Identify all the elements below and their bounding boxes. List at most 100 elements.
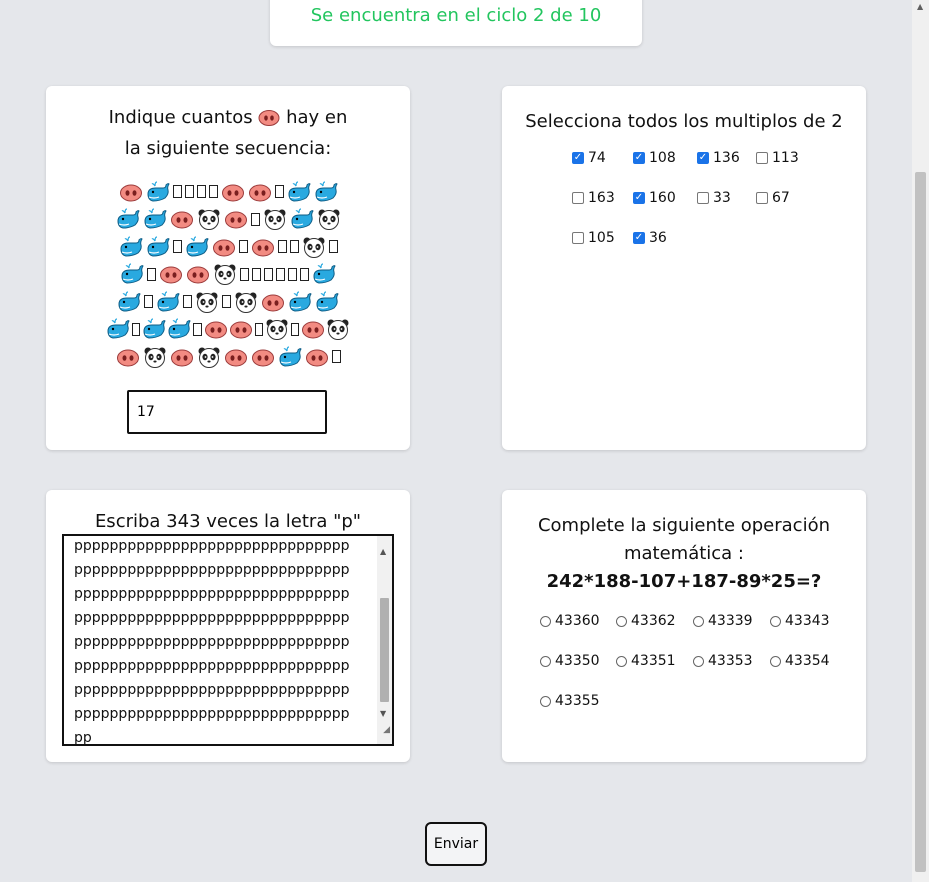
math-option[interactable]: 43350 — [540, 653, 600, 669]
radio-button[interactable] — [616, 615, 627, 627]
option-label: 43354 — [785, 653, 830, 669]
option-label: 74 — [588, 150, 606, 166]
missing-glyph-icon — [196, 185, 206, 199]
page-scroll-up-icon[interactable]: ▲ — [917, 2, 923, 11]
option-label: 43343 — [785, 613, 830, 629]
radio-button[interactable] — [770, 655, 781, 667]
count-answer-input[interactable] — [127, 390, 327, 434]
textarea-scrollbar[interactable]: ▲ ▼ — [377, 536, 392, 744]
whale-icon — [155, 290, 181, 314]
missing-glyph-icon — [238, 240, 248, 254]
option-label: 67 — [772, 190, 790, 206]
math-card: Complete la siguiente operación matemáti… — [502, 490, 866, 762]
whale-icon — [115, 207, 141, 231]
resize-handle-icon[interactable]: ◢ — [383, 718, 390, 742]
checkbox-checked[interactable]: ✓ — [633, 152, 645, 164]
pig-nose-icon — [220, 180, 246, 204]
whale-icon — [287, 290, 313, 314]
multiple-option[interactable]: 163 — [572, 190, 615, 206]
math-question-title: Complete la siguiente operación matemáti… — [512, 512, 856, 596]
multiple-option[interactable]: ✓ 136 — [697, 150, 740, 166]
scrollbar-thumb[interactable] — [380, 598, 389, 702]
radio-button[interactable] — [540, 695, 551, 707]
whale-icon — [142, 317, 166, 341]
letter-card: Escriba 343 veces la letra "p" ppppppppp… — [46, 490, 410, 762]
multiple-option[interactable]: ✓ 108 — [633, 150, 676, 166]
radio-button[interactable] — [693, 615, 704, 627]
emoji-question-title: Indique cuantos hay en la siguiente secu… — [86, 104, 370, 163]
missing-glyph-icon — [222, 295, 231, 309]
missing-glyph-icon — [208, 185, 218, 199]
pig-nose-icon — [304, 345, 330, 369]
whale-icon — [167, 317, 191, 341]
math-operation: 242*188-107+187-89*25=? — [546, 571, 822, 592]
pig-nose-icon — [250, 235, 276, 259]
checkbox-unchecked[interactable] — [572, 192, 584, 204]
multiples-question-title: Selecciona todos los multiplos de 2 — [525, 111, 843, 132]
scroll-up-icon[interactable]: ▲ — [380, 540, 386, 564]
math-option[interactable]: 43351 — [616, 653, 676, 669]
pig-nose-icon — [258, 107, 280, 135]
math-option[interactable]: 43362 — [616, 613, 676, 629]
multiple-option[interactable]: ✓ 36 — [633, 230, 667, 246]
multiples-card: Selecciona todos los multiplos de 2 ✓ 74 ✓… — [502, 86, 866, 450]
checkbox-checked[interactable]: ✓ — [697, 152, 709, 164]
radio-button[interactable] — [540, 615, 551, 627]
page-scrollbar[interactable]: ▲ — [912, 0, 929, 882]
math-option[interactable]: 43343 — [770, 613, 830, 629]
option-label: 43355 — [555, 693, 600, 709]
multiple-option[interactable]: 67 — [756, 190, 790, 206]
math-option[interactable]: 43360 — [540, 613, 600, 629]
pig-nose-icon — [204, 317, 228, 341]
multiple-option[interactable]: 113 — [756, 150, 799, 166]
missing-glyph-icon — [172, 185, 182, 199]
math-line2: matemática : — [623, 543, 745, 564]
option-label: 136 — [713, 150, 740, 166]
pig-nose-icon — [247, 180, 273, 204]
missing-glyph-icon — [144, 295, 153, 309]
radio-button[interactable] — [616, 655, 627, 667]
option-label: 43360 — [555, 613, 600, 629]
radio-button[interactable] — [693, 655, 704, 667]
checkbox-checked[interactable]: ✓ — [572, 152, 584, 164]
checkbox-unchecked[interactable] — [756, 152, 768, 164]
emoji-row — [106, 206, 350, 234]
submit-button[interactable]: Enviar — [425, 822, 487, 866]
missing-glyph-icon — [193, 322, 202, 336]
missing-glyph-icon — [264, 267, 273, 281]
multiple-option[interactable]: 33 — [697, 190, 731, 206]
multiple-option[interactable]: ✓ 160 — [633, 190, 676, 206]
checkbox-unchecked[interactable] — [697, 192, 709, 204]
math-option[interactable]: 43353 — [693, 653, 753, 669]
pig-nose-icon — [301, 317, 325, 341]
whale-icon — [314, 290, 340, 314]
missing-glyph-icon — [274, 185, 284, 199]
panda-icon — [196, 207, 222, 231]
missing-glyph-icon — [184, 185, 194, 199]
math-option[interactable]: 43354 — [770, 653, 830, 669]
missing-glyph-icon — [300, 267, 309, 281]
checkbox-checked[interactable]: ✓ — [633, 192, 645, 204]
option-label: 43362 — [631, 613, 676, 629]
missing-glyph-icon — [290, 322, 299, 336]
checkbox-unchecked[interactable] — [756, 192, 768, 204]
whale-icon — [118, 235, 144, 259]
emoji-row — [106, 288, 350, 316]
whale-icon — [313, 180, 339, 204]
page-scrollbar-thumb[interactable] — [915, 172, 926, 872]
radio-button[interactable] — [770, 615, 781, 627]
math-option[interactable]: 43355 — [540, 693, 600, 709]
prompt-before: Indique cuantos — [108, 107, 253, 128]
checkbox-unchecked[interactable] — [572, 232, 584, 244]
letter-textarea[interactable]: ppppppppppppppppppppppppppppppp pppppppp… — [62, 534, 394, 746]
math-option[interactable]: 43339 — [693, 613, 753, 629]
multiple-option[interactable]: ✓ 74 — [572, 150, 606, 166]
checkbox-checked[interactable]: ✓ — [633, 232, 645, 244]
multiple-option[interactable]: 105 — [572, 230, 615, 246]
panda-icon — [265, 317, 289, 341]
whale-icon — [145, 180, 171, 204]
missing-glyph-icon — [172, 240, 182, 254]
pig-nose-icon — [211, 235, 237, 259]
radio-button[interactable] — [540, 655, 551, 667]
whale-icon — [142, 207, 168, 231]
